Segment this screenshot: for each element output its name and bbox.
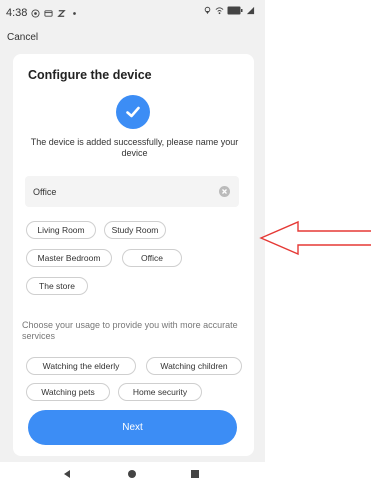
- whatsapp-icon: [31, 8, 40, 18]
- dot-icon: [73, 11, 77, 15]
- location-icon: [204, 6, 211, 15]
- usage-chip-watching-elderly[interactable]: Watching the elderly: [26, 357, 136, 375]
- home-icon[interactable]: [128, 470, 136, 478]
- phone-screen: 4:38 Cancel Configure the device The dev…: [0, 0, 265, 487]
- wifi-icon: [215, 7, 224, 15]
- success-check-icon: [116, 95, 150, 129]
- cancel-button[interactable]: Cancel: [7, 32, 38, 43]
- status-time: 4:38: [6, 7, 28, 19]
- battery-icon: [227, 6, 243, 15]
- device-name-field: [25, 176, 239, 207]
- usage-chip-home-security[interactable]: Home security: [118, 383, 202, 401]
- annotation-arrow-icon: [259, 220, 371, 256]
- next-button[interactable]: Next: [28, 410, 237, 445]
- success-message: The device is added successfully, please…: [30, 137, 239, 158]
- clear-input-button[interactable]: [219, 186, 230, 197]
- room-chip-living-room[interactable]: Living Room: [26, 221, 96, 239]
- z-icon: [57, 9, 67, 17]
- room-chip-study-room[interactable]: Study Room: [104, 221, 166, 239]
- usage-message: Choose your usage to provide you with mo…: [22, 320, 238, 341]
- usage-chip-watching-pets[interactable]: Watching pets: [26, 383, 110, 401]
- usage-chip-watching-children[interactable]: Watching children: [146, 357, 242, 375]
- status-bar: 4:38: [0, 0, 265, 26]
- room-chip-office[interactable]: Office: [122, 249, 182, 267]
- page-title: Configure the device: [28, 68, 152, 82]
- arrow-shape: [259, 220, 371, 256]
- signal-icon: [246, 6, 255, 15]
- notification-icon: [44, 9, 53, 17]
- configure-card: Configure the device The device is added…: [13, 54, 254, 456]
- status-right: [203, 6, 255, 15]
- system-nav-bar: [0, 462, 265, 487]
- room-chip-master-bedroom[interactable]: Master Bedroom: [26, 249, 112, 267]
- recent-apps-icon[interactable]: [191, 470, 199, 478]
- back-icon[interactable]: [64, 470, 70, 478]
- close-icon: [222, 189, 227, 194]
- device-name-input[interactable]: [33, 176, 213, 207]
- status-left: 4:38: [6, 7, 79, 19]
- room-chip-the-store[interactable]: The store: [26, 277, 88, 295]
